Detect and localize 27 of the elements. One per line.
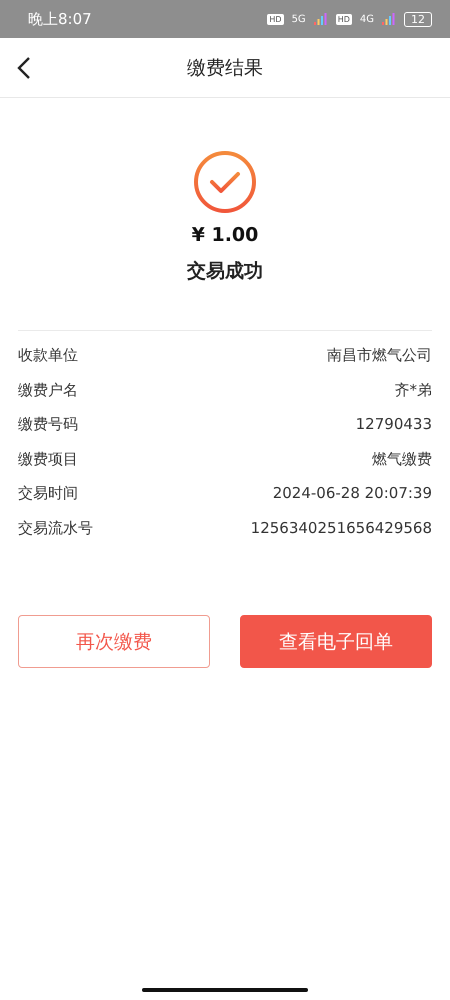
network-type: 4G: [360, 14, 374, 24]
detail-value: 1256340251656429568: [250, 518, 432, 538]
detail-label: 缴费户名: [18, 380, 78, 400]
detail-value: 燃气缴费: [372, 448, 432, 470]
detail-value: 南昌市燃气公司: [327, 345, 432, 366]
hd-badge: HD: [336, 14, 352, 24]
signal-icon: [382, 13, 396, 25]
detail-value: 12790433: [356, 414, 432, 435]
detail-label: 缴费项目: [18, 448, 78, 470]
transaction-status: 交易成功: [187, 259, 263, 284]
pay-again-button[interactable]: 再次缴费: [18, 615, 210, 668]
detail-label: 交易时间: [18, 483, 78, 504]
payment-amount: ¥ 1.00: [192, 224, 258, 246]
battery-level: 12: [404, 12, 432, 26]
detail-label: 交易流水号: [18, 518, 93, 538]
detail-label: 缴费号码: [18, 414, 78, 435]
network-type: 5G: [292, 14, 306, 24]
back-icon: [16, 56, 32, 80]
hd-badge: HD: [267, 14, 284, 24]
detail-value: 2024-06-28 20:07:39: [272, 483, 432, 504]
view-receipt-button[interactable]: 查看电子回单: [240, 615, 432, 668]
success-check-icon: [193, 150, 257, 214]
detail-value: 齐*弟: [394, 380, 432, 400]
signal-icon: [314, 13, 328, 25]
detail-label: 收款单位: [18, 345, 78, 366]
status-time: 晚上8:07: [28, 10, 92, 28]
page-title: 缴费结果: [187, 56, 263, 80]
